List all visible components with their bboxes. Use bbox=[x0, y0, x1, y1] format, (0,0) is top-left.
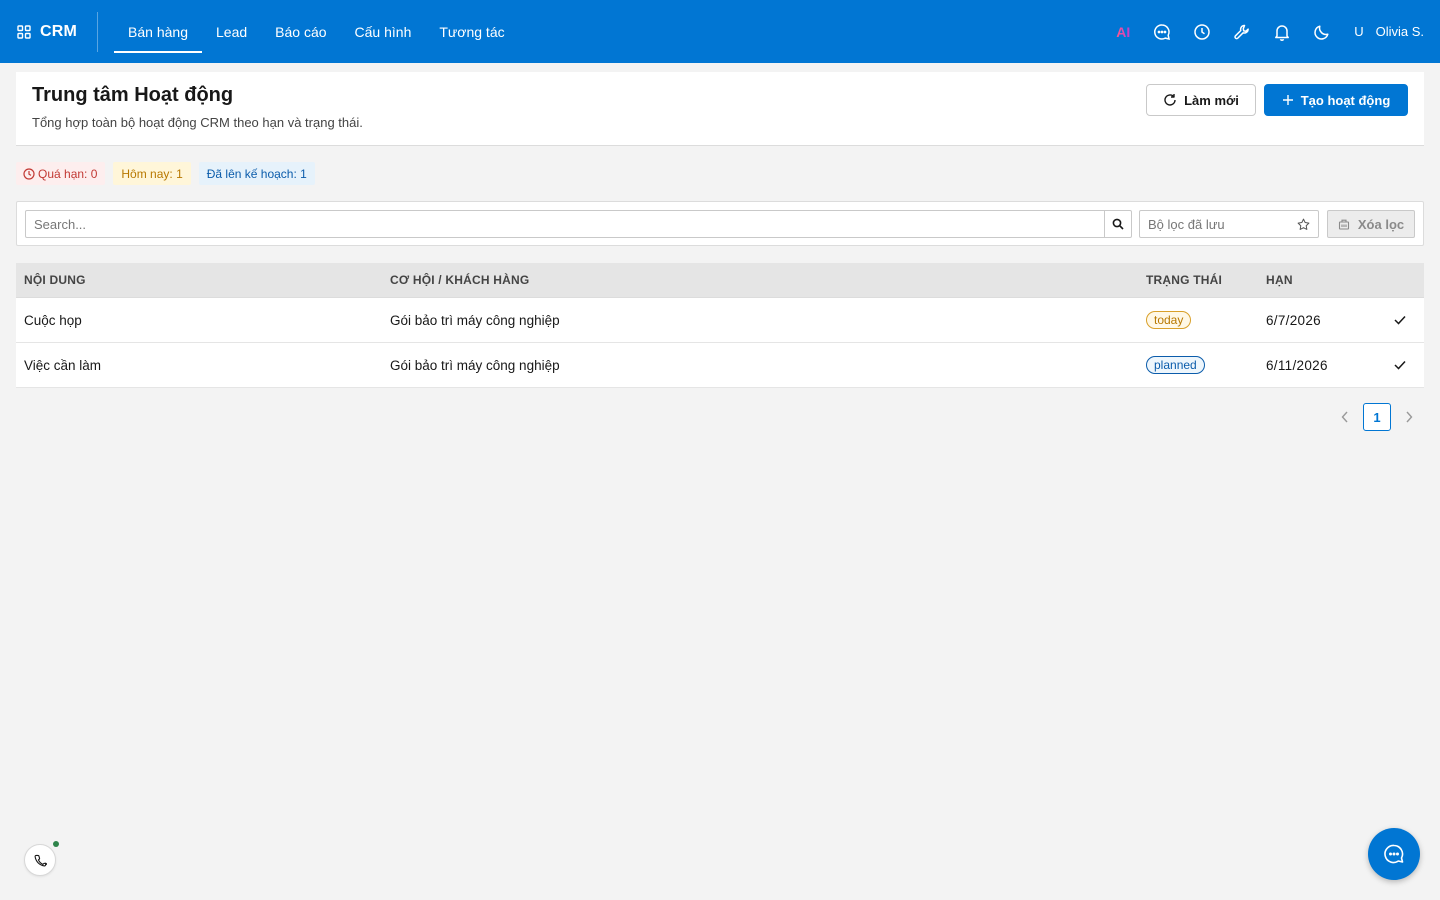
search-input[interactable] bbox=[26, 211, 1104, 237]
nav-tab-tuong-tac[interactable]: Tương tác bbox=[425, 0, 518, 63]
nav-tab-lead[interactable]: Lead bbox=[202, 0, 261, 63]
mark-done-button[interactable] bbox=[1376, 315, 1424, 325]
top-navigation-bar: CRM Bán hàng Lead Báo cáo Cấu hình Tương… bbox=[0, 0, 1440, 63]
check-icon bbox=[1394, 315, 1406, 325]
phone-icon bbox=[34, 854, 47, 866]
overdue-count: Quá hạn: 0 bbox=[38, 166, 98, 181]
chat-bubble-icon bbox=[1384, 844, 1404, 864]
next-page-button[interactable] bbox=[1397, 403, 1421, 431]
refresh-label: Làm mới bbox=[1184, 92, 1239, 108]
activity-opportunity[interactable]: Gói bảo trì máy công nghiệp bbox=[390, 358, 1146, 373]
status-cell: planned bbox=[1146, 356, 1266, 374]
ai-assistant-button[interactable]: AI bbox=[1116, 24, 1130, 40]
app-launcher-icon[interactable] bbox=[17, 24, 31, 39]
column-header-status[interactable]: TRẠNG THÁI bbox=[1146, 273, 1266, 287]
search-box bbox=[25, 210, 1132, 238]
due-date: 6/11/2026 bbox=[1266, 357, 1328, 373]
table-header: NỘI DUNG CƠ HỘI / KHÁCH HÀNG TRẠNG THÁI … bbox=[16, 263, 1424, 298]
wrench-icon[interactable] bbox=[1232, 22, 1252, 42]
activity-opportunity[interactable]: Gói bảo trì máy công nghiệp bbox=[390, 313, 1146, 328]
activity-content[interactable]: Việc cần làm bbox=[16, 358, 390, 373]
status-cell: today bbox=[1146, 311, 1266, 329]
page-subtitle: Tổng hợp toàn bộ hoạt động CRM theo hạn … bbox=[32, 115, 363, 130]
status-badge: today bbox=[1146, 311, 1192, 329]
refresh-button[interactable]: Làm mới bbox=[1146, 84, 1256, 116]
moon-icon[interactable] bbox=[1312, 22, 1332, 42]
activity-content[interactable]: Cuộc họp bbox=[16, 313, 390, 328]
chevron-left-icon bbox=[1341, 411, 1348, 423]
bell-icon[interactable] bbox=[1272, 22, 1292, 42]
app-brand[interactable]: CRM bbox=[0, 11, 99, 52]
page-title: Trung tâm Hoạt động bbox=[32, 84, 234, 106]
due-date: 6/7/2026 bbox=[1266, 312, 1321, 328]
clear-filter-button[interactable]: Xóa lọc bbox=[1327, 210, 1415, 238]
nav-tab-cau-hinh[interactable]: Cấu hình bbox=[341, 0, 426, 63]
create-activity-button[interactable]: Tạo hoạt động bbox=[1264, 84, 1408, 116]
page-header: Trung tâm Hoạt động Tổng hợp toàn bộ hoạ… bbox=[16, 72, 1424, 146]
online-status-dot bbox=[53, 841, 59, 847]
search-icon bbox=[1112, 218, 1124, 230]
today-chip[interactable]: Hôm nay: 1 bbox=[113, 162, 191, 185]
topbar-actions: AI U Olivia S. bbox=[1116, 22, 1440, 42]
status-badge: planned bbox=[1146, 356, 1205, 374]
chat-fab-button[interactable] bbox=[1368, 828, 1420, 880]
clear-filter-label: Xóa lọc bbox=[1357, 216, 1405, 232]
planned-count: Đã lên kế hoạch: 1 bbox=[206, 166, 307, 181]
page-number-button[interactable]: 1 bbox=[1363, 403, 1391, 431]
plus-icon bbox=[1282, 94, 1294, 106]
column-header-due[interactable]: HẠN bbox=[1266, 273, 1376, 287]
filter-bar: Bộ lọc đã lưu Xóa lọc bbox=[16, 201, 1424, 246]
create-activity-label: Tạo hoạt động bbox=[1300, 92, 1391, 108]
prev-page-button[interactable] bbox=[1333, 403, 1357, 431]
avatar[interactable]: U bbox=[1354, 24, 1363, 39]
softphone-button[interactable] bbox=[24, 844, 56, 876]
eraser-icon bbox=[1338, 218, 1350, 230]
search-button[interactable] bbox=[1104, 211, 1131, 237]
refresh-icon bbox=[1163, 93, 1177, 107]
planned-chip[interactable]: Đã lên kế hoạch: 1 bbox=[198, 162, 315, 185]
chevron-right-icon bbox=[1406, 411, 1413, 423]
saved-filter-select[interactable]: Bộ lọc đã lưu bbox=[1139, 210, 1319, 238]
table-row[interactable]: Cuộc họp Gói bảo trì máy công nghiệp tod… bbox=[16, 298, 1424, 343]
pagination: 1 bbox=[1333, 403, 1421, 431]
activity-table: NỘI DUNG CƠ HỘI / KHÁCH HÀNG TRẠNG THÁI … bbox=[16, 263, 1424, 388]
history-icon[interactable] bbox=[1192, 22, 1212, 42]
saved-filter-placeholder: Bộ lọc đã lưu bbox=[1148, 216, 1225, 232]
nav-tab-bao-cao[interactable]: Báo cáo bbox=[261, 0, 340, 63]
app-name: CRM bbox=[40, 22, 78, 40]
user-name[interactable]: Olivia S. bbox=[1376, 24, 1424, 39]
chat-icon[interactable] bbox=[1152, 22, 1172, 42]
column-header-content[interactable]: NỘI DUNG bbox=[16, 273, 390, 287]
check-icon bbox=[1394, 360, 1406, 370]
status-summary: Quá hạn: 0 Hôm nay: 1 Đã lên kế hoạch: 1 bbox=[16, 162, 323, 185]
clock-icon bbox=[23, 167, 35, 180]
today-count: Hôm nay: 1 bbox=[121, 166, 183, 181]
overdue-chip[interactable]: Quá hạn: 0 bbox=[16, 162, 106, 185]
star-icon[interactable] bbox=[1297, 218, 1310, 231]
nav-tab-ban-hang[interactable]: Bán hàng bbox=[114, 0, 202, 63]
column-header-opportunity[interactable]: CƠ HỘI / KHÁCH HÀNG bbox=[390, 273, 1146, 287]
mark-done-button[interactable] bbox=[1376, 360, 1424, 370]
main-nav: Bán hàng Lead Báo cáo Cấu hình Tương tác bbox=[114, 0, 519, 63]
table-row[interactable]: Việc cần làm Gói bảo trì máy công nghiệp… bbox=[16, 343, 1424, 388]
